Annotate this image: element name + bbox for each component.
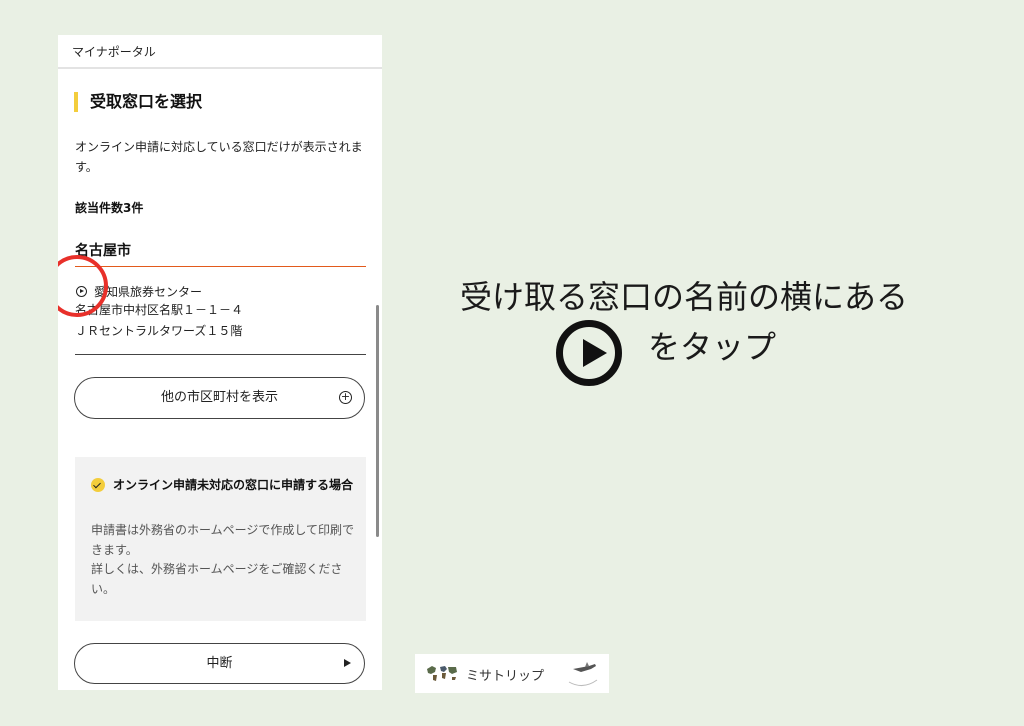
show-other-municipalities-label: 他の市区町村を表示: [160, 390, 278, 405]
note-body: 申請書は外務省のホームページで作成して印刷できます。 詳しくは、外務省ホームペー…: [91, 521, 356, 599]
play-arrow-icon: [344, 659, 351, 667]
show-other-municipalities-button[interactable]: 他の市区町村を表示 +: [74, 377, 365, 419]
cancel-button[interactable]: 中断: [74, 643, 365, 684]
cancel-label: 中断: [206, 656, 233, 671]
world-map-icon: [427, 666, 457, 681]
check-circle-icon: [91, 478, 105, 492]
airplane-icon: [568, 662, 598, 686]
plus-circle-icon: +: [339, 390, 352, 404]
office-address-line2: ＪＲセントラルタワーズ１５階: [75, 324, 243, 338]
page-title: 受取窓口を選択: [74, 92, 202, 112]
play-circle-icon: [556, 320, 622, 386]
note-body-line2: 詳しくは、外務省ホームページをご確認ください。: [91, 562, 343, 596]
watermark-logo: ミサトリップ: [415, 654, 609, 693]
watermark-text: ミサトリップ: [466, 669, 545, 684]
office-name: 愛知県旅券センター: [94, 284, 203, 299]
instruction-line1: 受け取る窓口の名前の横にある: [460, 278, 909, 316]
phone-screen: マイナポータル 受取窓口を選択 オンライン申請に対応している窓口だけが表示されま…: [58, 35, 382, 690]
scrollbar[interactable]: [376, 305, 379, 537]
note-title: オンライン申請未対応の窓口に申請する場合: [113, 478, 354, 492]
office-address-line1: 名古屋市中村区名駅１－１－４: [75, 303, 244, 317]
app-title: マイナポータル: [72, 45, 156, 59]
city-heading: 名古屋市: [75, 240, 366, 267]
office-name-row[interactable]: 愛知県旅券センター: [75, 282, 366, 300]
note-body-line1: 申請書は外務省のホームページで作成して印刷できます。: [91, 523, 355, 557]
office-list-item[interactable]: 愛知県旅券センター 名古屋市中村区名駅１－１－４ ＪＲセントラルタワーズ１５階: [75, 282, 366, 355]
result-count: 該当件数3件: [75, 201, 144, 215]
description-text: オンライン申請に対応している窓口だけが表示されます。: [75, 140, 363, 174]
info-note: オンライン申請未対応の窓口に申請する場合 申請書は外務省のホームページで作成して…: [75, 457, 366, 621]
app-header: マイナポータル: [58, 35, 382, 69]
instruction-line2: をタップ: [648, 328, 777, 366]
